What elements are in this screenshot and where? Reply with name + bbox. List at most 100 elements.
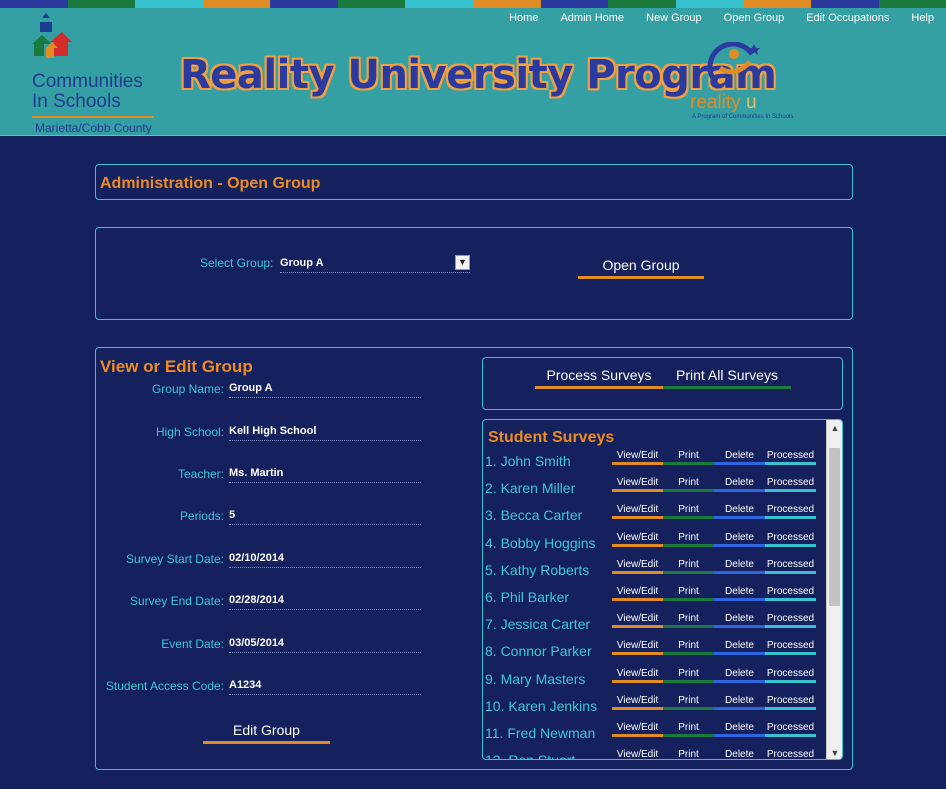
view-edit-link[interactable]: View/Edit [612,668,663,683]
survey-actions-panel: Process Surveys Print All Surveys [482,357,843,410]
print-link[interactable]: Print [663,477,714,492]
processed-link[interactable]: Processed [765,559,816,574]
processed-link[interactable]: Processed [765,640,816,655]
edit-group-button[interactable]: Edit Group [203,722,330,744]
delete-link[interactable]: Delete [714,640,765,655]
field-label: Survey Start Date: [125,552,224,566]
field-value[interactable]: 02/10/2014 [229,552,421,568]
processed-link[interactable]: Processed [765,477,816,492]
stripe-segment [0,0,68,8]
nav-edit-occupations[interactable]: Edit Occupations [806,12,889,24]
student-name: 6. Phil Barker [485,589,570,605]
delete-link[interactable]: Delete [714,722,765,737]
view-edit-link[interactable]: View/Edit [612,613,663,628]
select-group-dropdown[interactable]: Group A ▼ [280,255,470,273]
field-row: Group Name: Group A [96,382,426,404]
delete-link[interactable]: Delete [714,668,765,683]
print-link[interactable]: Print [663,586,714,601]
print-link[interactable]: Print [663,532,714,547]
delete-link[interactable]: Delete [714,613,765,628]
reality-word: reality [690,92,741,113]
delete-link[interactable]: Delete [714,532,765,547]
processed-link[interactable]: Processed [765,450,816,465]
select-group-value: Group A [280,257,324,269]
processed-link[interactable]: Processed [765,613,816,628]
view-edit-link[interactable]: View/Edit [612,722,663,737]
process-surveys-button[interactable]: Process Surveys [535,367,663,389]
delete-link[interactable]: Delete [714,559,765,574]
nav-home[interactable]: Home [509,12,538,24]
field-value[interactable]: 5 [229,509,421,525]
stripe-segment [743,0,811,8]
print-link[interactable]: Print [663,559,714,574]
processed-link[interactable]: Processed [765,504,816,519]
nav-help[interactable]: Help [911,12,934,24]
stripe-segment [405,0,474,8]
view-edit-link[interactable]: View/Edit [612,559,663,574]
field-value[interactable]: 03/05/2014 [229,637,421,653]
delete-link[interactable]: Delete [714,504,765,519]
stripe-segment [540,0,609,8]
field-label: Group Name: [151,382,224,396]
survey-row: 6. Phil Barker View/Edit Print Delete Proces… [483,586,827,613]
print-link[interactable]: Print [663,722,714,737]
stripe-segment [473,0,541,8]
view-edit-link[interactable]: View/Edit [612,695,663,710]
print-link[interactable]: Print [663,640,714,655]
field-value[interactable]: Group A [229,382,421,398]
view-edit-link[interactable]: View/Edit [612,504,663,519]
student-name: 9. Mary Masters [485,671,586,687]
survey-row: 10. Karen Jenkins View/Edit Print Delete Pro… [483,695,827,722]
field-value[interactable]: Kell High School [229,425,421,441]
field-value[interactable]: 02/28/2014 [229,594,421,610]
stripe-segment [135,0,203,8]
chevron-down-icon[interactable]: ▼ [455,255,470,270]
select-group-label: Select Group: [200,256,274,270]
view-edit-link[interactable]: View/Edit [612,586,663,601]
field-label: Periods: [179,509,224,523]
print-link[interactable]: Print [663,613,714,628]
processed-link[interactable]: Processed [765,749,816,759]
field-row: Teacher: Ms. Martin [96,467,426,489]
delete-link[interactable]: Delete [714,749,765,759]
nav-new-group[interactable]: New Group [646,12,702,24]
stripe-segment [337,0,406,8]
student-name: 8. Connor Parker [485,643,592,659]
scroll-down-icon[interactable]: ▼ [827,745,842,759]
student-name: 4. Bobby Hoggins [485,535,596,551]
print-link[interactable]: Print [663,668,714,683]
processed-link[interactable]: Processed [765,586,816,601]
delete-link[interactable]: Delete [714,586,765,601]
student-name: 7. Jessica Carter [485,616,591,632]
view-edit-link[interactable]: View/Edit [612,450,663,465]
nav-admin-home[interactable]: Admin Home [560,12,624,24]
open-group-button[interactable]: Open Group [578,257,704,279]
print-all-surveys-button[interactable]: Print All Surveys [663,367,791,389]
stripe-segment [878,0,946,8]
print-link[interactable]: Print [663,695,714,710]
view-edit-link[interactable]: View/Edit [612,749,663,759]
surveys-scrollbar[interactable]: ▲ ▼ [826,420,842,759]
processed-link[interactable]: Processed [765,668,816,683]
delete-link[interactable]: Delete [714,450,765,465]
delete-link[interactable]: Delete [714,695,765,710]
processed-link[interactable]: Processed [765,695,816,710]
field-value[interactable]: Ms. Martin [229,467,421,483]
field-value[interactable]: A1234 [229,679,421,695]
student-surveys-list[interactable]: Student Surveys 1. John Smith View/Edit Pr… [482,419,843,760]
field-label: Survey End Date: [129,594,224,608]
delete-link[interactable]: Delete [714,477,765,492]
print-link[interactable]: Print [663,504,714,519]
view-edit-link[interactable]: View/Edit [612,477,663,492]
view-edit-link[interactable]: View/Edit [612,640,663,655]
print-link[interactable]: Print [663,749,714,759]
print-link[interactable]: Print [663,450,714,465]
scroll-thumb[interactable] [829,448,840,606]
processed-link[interactable]: Processed [765,532,816,547]
field-row: Survey Start Date: 02/10/2014 [96,552,426,574]
processed-link[interactable]: Processed [765,722,816,737]
nav-open-group[interactable]: Open Group [724,12,785,24]
cis-name-line1: Communities [32,71,143,92]
scroll-up-icon[interactable]: ▲ [827,420,842,436]
view-edit-link[interactable]: View/Edit [612,532,663,547]
